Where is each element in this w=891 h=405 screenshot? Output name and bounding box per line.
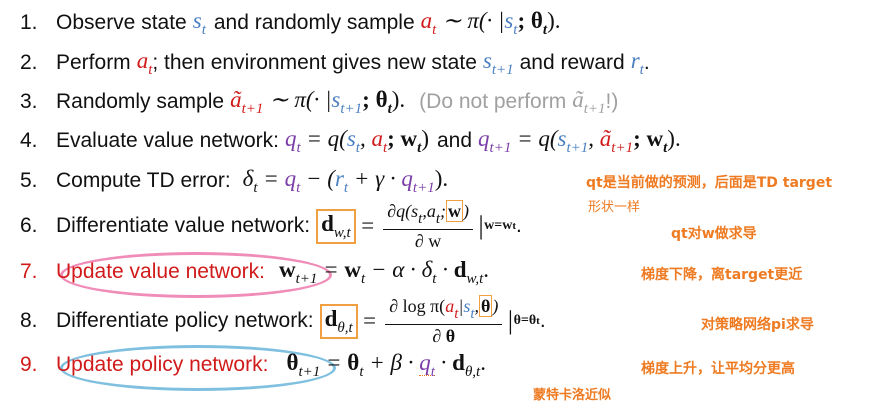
eval-at: w=wt <box>484 218 517 233</box>
annotation-descent: 梯度下降，离target更近 <box>641 267 803 283</box>
step-2: 2. Perform at ; then environment gives n… <box>20 44 650 82</box>
period: . <box>539 309 546 332</box>
period: . <box>643 51 650 74</box>
note-gray-math: ãt+1 <box>572 86 606 117</box>
math-action: at <box>136 47 153 78</box>
annotation-ascent: 梯度上升，让平均分更高 <box>641 361 795 377</box>
step-text: Differentiate value network: <box>56 214 311 237</box>
step-number: 8. <box>20 309 38 332</box>
step-text: Compute TD error: <box>56 169 231 192</box>
step-3: 3. Randomly sample ãt+1 ∼ π(· |st+1; θt)… <box>20 83 618 121</box>
grad-value-box: dw,t <box>316 208 356 244</box>
step-and: and <box>437 129 473 152</box>
step-number: 4. <box>20 129 38 152</box>
step-text: Evaluate value network: <box>56 129 279 152</box>
step-text: Perform <box>56 51 131 74</box>
period: . <box>516 214 522 237</box>
step-number: 1. <box>20 11 38 34</box>
step-1: 1. Observe state st and randomly sample … <box>20 4 560 42</box>
policy-grad-fraction: ∂ log π(at|st, θ) ∂ θ <box>385 294 503 347</box>
math-next-state: st+1 <box>482 47 514 78</box>
grad-fraction: ∂q(st,at; w) ∂ w <box>383 199 473 252</box>
step-text: Randomly sample <box>56 90 225 113</box>
annotation-td: qt是当前做的预测，后面是TD target <box>586 175 833 191</box>
math-q-next-eval: qt+1 = q(st+1, ãt+1; wt). <box>478 125 681 156</box>
eval-bar: | <box>506 306 514 335</box>
math-update-value: wt+1 = wt − α · δt · dw,t. <box>278 256 490 287</box>
step-text: Update policy network: <box>56 353 269 376</box>
math-policy: ∼ π(· |st+1; θt). <box>269 86 406 117</box>
math-q-eval: qt = q(st, at; wt) <box>284 125 429 156</box>
note-gray: (Do not perform <box>419 90 567 113</box>
math-reward: rt <box>630 47 644 78</box>
step-text-3: and reward <box>519 51 625 74</box>
step-text: Observe state <box>56 11 187 34</box>
grad-policy-box: dθ,t <box>319 303 358 339</box>
math-next-action: ãt+1 <box>230 86 264 117</box>
step-number: 5. <box>20 169 38 192</box>
math-update-policy: θt+1 = θt + β · qt · dθ,t. <box>286 349 486 380</box>
step-5: 5. Compute TD error: δt = qt − (rt + γ ·… <box>20 162 448 200</box>
step-6: 6. Differentiate value network: dw,t = ∂… <box>20 199 522 252</box>
step-9: 9. Update policy network: θt+1 = θt + β … <box>20 346 486 384</box>
step-number: 2. <box>20 51 38 74</box>
annotation-monte-carlo: 蒙特卡洛近似 <box>533 388 612 403</box>
step-7: 7. Update value network: wt+1 = wt − α ·… <box>20 253 489 291</box>
step-number: 9. <box>20 353 38 376</box>
eval-at: θ=θt <box>513 313 540 328</box>
annotation-policy-grad: 对策略网络pi求导 <box>701 317 814 333</box>
math-state: st <box>192 7 206 38</box>
step-text: Update value network: <box>56 260 265 283</box>
math-td-error: δt = qt − (rt + γ · qt+1). <box>242 165 449 196</box>
step-number: 3. <box>20 90 38 113</box>
annotation-grad-w: qt对w做求导 <box>671 226 757 242</box>
step-4: 4. Evaluate value network: qt = q(st, at… <box>20 122 681 160</box>
step-text-2: and randomly sample <box>213 11 415 34</box>
annotation-shape: 形状一样 <box>588 200 641 215</box>
step-text: Differentiate policy network: <box>56 309 314 332</box>
step-text-2: ; then environment gives new state <box>152 51 477 74</box>
equals: = <box>361 308 378 333</box>
math-action: at <box>420 7 437 38</box>
math-policy: ∼ π(· |st; θt). <box>442 7 561 38</box>
step-number: 6. <box>20 214 38 237</box>
step-number: 7. <box>20 260 38 283</box>
step-8: 8. Differentiate policy network: dθ,t = … <box>20 294 546 347</box>
note-gray-end: !) <box>605 90 619 113</box>
equals: = <box>359 213 376 238</box>
eval-bar: | <box>476 211 485 240</box>
